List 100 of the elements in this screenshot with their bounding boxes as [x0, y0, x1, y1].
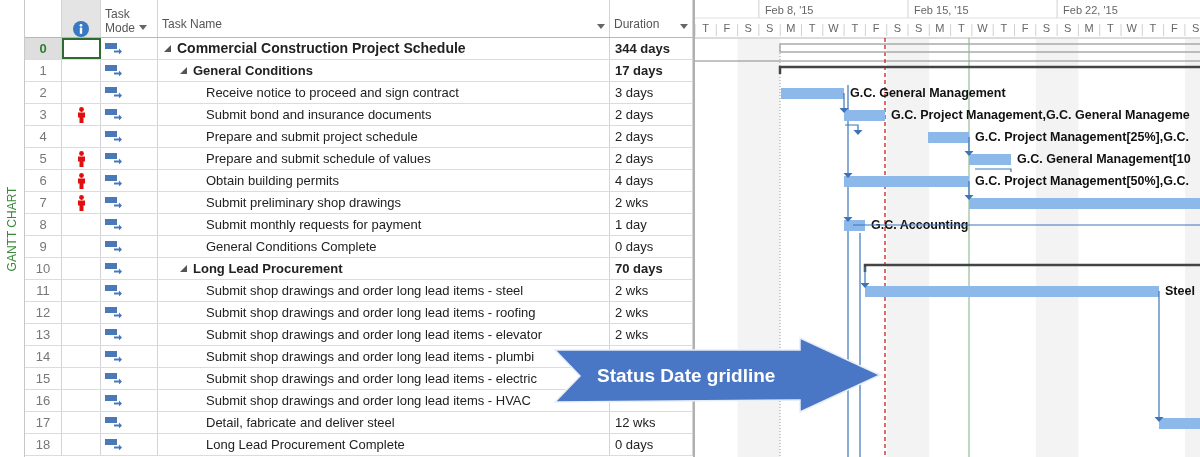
- row-header[interactable]: 14: [25, 346, 62, 367]
- week-label: Feb 22, '15: [1063, 4, 1118, 16]
- auto-schedule-icon: [105, 285, 122, 296]
- auto-schedule-icon: [105, 417, 122, 428]
- row-header[interactable]: 0: [25, 38, 62, 59]
- task-name: Submit bond and insurance documents: [206, 105, 432, 124]
- auto-schedule-icon: [105, 43, 122, 54]
- row-header[interactable]: 18: [25, 434, 62, 455]
- task-name: General Conditions Complete: [206, 237, 377, 256]
- row-number: 18: [35, 435, 51, 454]
- duration-value: 344 days: [615, 39, 670, 58]
- auto-schedule-icon: [105, 263, 122, 274]
- task-name: Detail, fabricate and deliver steel: [206, 413, 395, 432]
- task-name: Commercial Construction Project Schedule: [177, 39, 466, 58]
- row-number: 7: [39, 193, 47, 212]
- day-label: S: [744, 22, 752, 34]
- column-header[interactable]: Duration: [610, 15, 664, 33]
- row-header[interactable]: 10: [25, 258, 62, 279]
- resource-label: Steel: [1165, 284, 1195, 298]
- row-number: 13: [35, 325, 51, 344]
- resource-label: G.C. Project Management,G.C. General Manageme: [891, 108, 1190, 122]
- row-number: 2: [39, 83, 47, 102]
- day-label: W: [1126, 22, 1137, 34]
- row-header[interactable]: 1: [25, 60, 62, 81]
- day-label: W: [828, 22, 839, 34]
- task-bar: [844, 110, 885, 121]
- dependency-arrow: [860, 266, 870, 288]
- auto-schedule-icon: [105, 131, 122, 142]
- row-header[interactable]: 8: [25, 214, 62, 235]
- view-label: GANTT CHART: [4, 186, 20, 271]
- dependency-arrow: [964, 180, 974, 200]
- auto-schedule-icon: [105, 175, 122, 186]
- task-bar: [969, 154, 1011, 165]
- row-header[interactable]: 16: [25, 390, 62, 411]
- dependency-arrow: [844, 124, 863, 135]
- column-header[interactable]: Task Mode: [101, 7, 139, 37]
- row-number: 4: [39, 127, 47, 146]
- day-label: S: [915, 22, 923, 34]
- task-bar: [844, 220, 865, 231]
- info-icon: [73, 21, 89, 37]
- row-number: 11: [36, 281, 50, 300]
- auto-schedule-icon: [105, 153, 122, 164]
- row-header[interactable]: 7: [25, 192, 62, 213]
- resource-label: G.C. Project Management[50%],G.C.: [975, 174, 1189, 188]
- day-label: F: [723, 22, 731, 34]
- task-name: Long Lead Procurement Complete: [206, 435, 405, 454]
- auto-schedule-icon: [105, 109, 122, 120]
- row-header[interactable]: 15: [25, 368, 62, 389]
- week-label: Feb 8, '15: [764, 4, 814, 16]
- indicator-cell[interactable]: [62, 38, 101, 59]
- person-icon: [76, 194, 86, 211]
- row-header[interactable]: 9: [25, 236, 62, 257]
- row-header[interactable]: 5: [25, 148, 62, 169]
- row-header[interactable]: 4: [25, 126, 62, 147]
- collapse-icon[interactable]: [180, 265, 187, 272]
- task-name: Obtain building permits: [206, 171, 339, 190]
- duration-value: 70 days: [615, 259, 663, 278]
- dropdown-icon[interactable]: [597, 24, 605, 29]
- row-number: 12: [35, 303, 51, 322]
- row-number: 14: [35, 347, 51, 366]
- row-number: 10: [35, 259, 51, 278]
- row-header[interactable]: 11: [25, 280, 62, 301]
- duration-value: 2 days: [615, 149, 654, 168]
- duration-value: 2 wks: [615, 303, 649, 322]
- auto-schedule-icon: [105, 241, 122, 252]
- dropdown-icon[interactable]: [680, 24, 688, 29]
- row-header[interactable]: 12: [25, 302, 62, 323]
- day-label: S: [1191, 22, 1200, 34]
- row-header[interactable]: 13: [25, 324, 62, 345]
- row-number: 0: [39, 39, 47, 58]
- duration-value: 2 days: [615, 127, 654, 146]
- duration-value: 2 wks: [615, 325, 649, 344]
- row-header[interactable]: 17: [25, 412, 62, 433]
- row-header[interactable]: 6: [25, 170, 62, 191]
- day-label: F: [872, 22, 880, 34]
- row-number: 5: [39, 149, 47, 168]
- day-label: T: [1107, 22, 1114, 34]
- person-icon: [76, 106, 86, 123]
- task-name: Submit shop drawings and order long lead items - plumbi: [206, 347, 535, 366]
- dropdown-icon[interactable]: [139, 25, 147, 30]
- callout-text: Status Date gridline: [597, 364, 776, 388]
- resource-label: G.C. Project Management[25%],G.C.: [975, 130, 1189, 144]
- day-label: T: [1000, 22, 1008, 34]
- task-name: Submit shop drawings and order long lead items - steel: [206, 281, 524, 300]
- day-label: M: [935, 22, 945, 34]
- row-header[interactable]: 3: [25, 104, 62, 125]
- column-header[interactable]: Task Name: [158, 15, 227, 33]
- collapse-icon[interactable]: [164, 45, 171, 52]
- task-name: Submit shop drawings and order long lead items - elevator: [206, 325, 542, 344]
- day-label: W: [977, 22, 988, 34]
- duration-value: 17 days: [615, 61, 663, 80]
- collapse-icon[interactable]: [180, 67, 187, 74]
- person-icon: [76, 150, 86, 167]
- task-bar: [1159, 418, 1200, 429]
- row-header[interactable]: 2: [25, 82, 62, 103]
- auto-schedule-icon: [105, 65, 122, 76]
- row-number: 16: [35, 391, 51, 410]
- dependency-line: [974, 168, 1012, 173]
- day-label: T: [851, 22, 859, 34]
- week-label: Feb 15, '15: [914, 4, 969, 16]
